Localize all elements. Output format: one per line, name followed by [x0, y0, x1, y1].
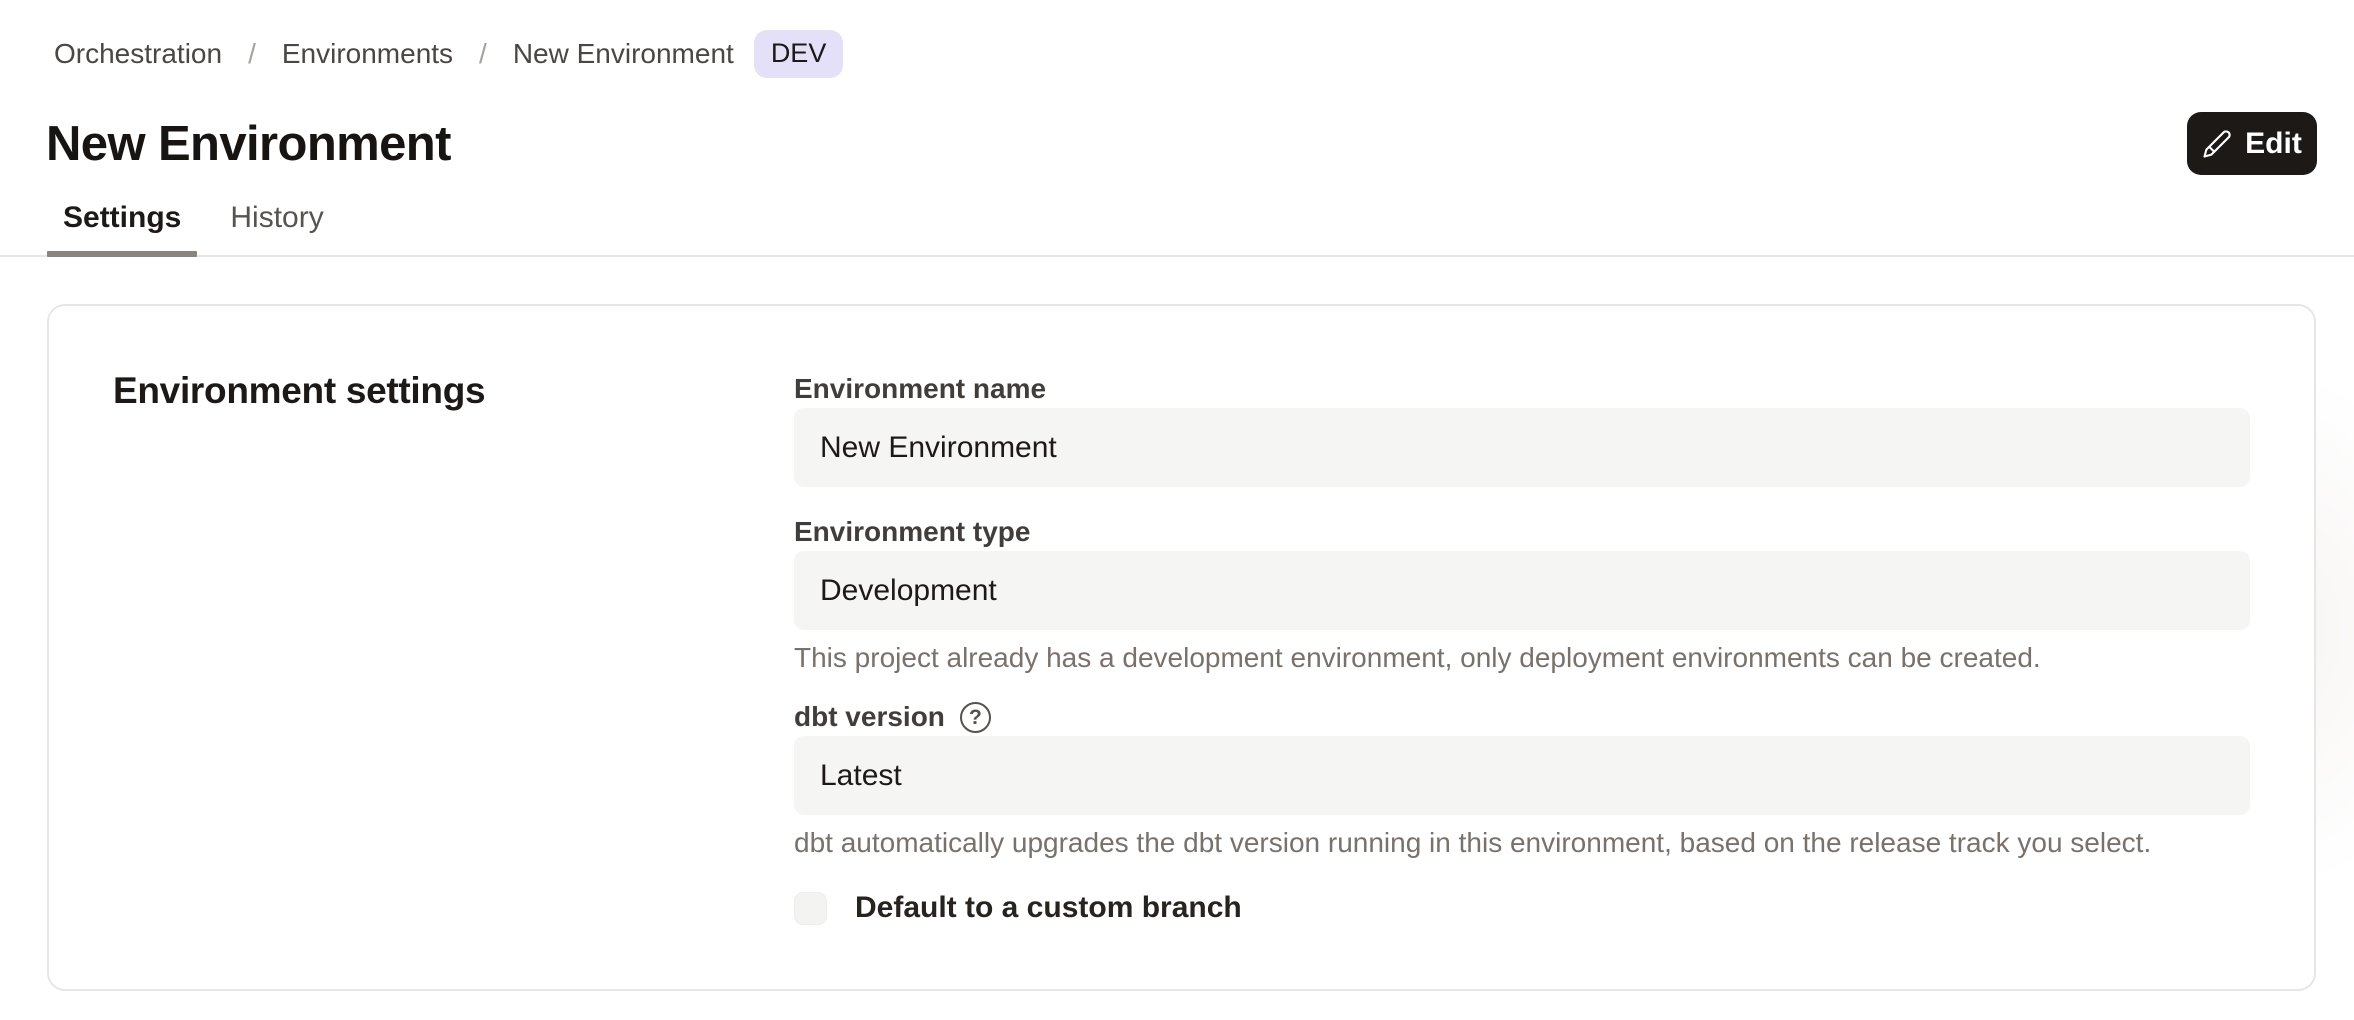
dev-badge: DEV [754, 30, 844, 78]
card-heading-column: Environment settings [113, 370, 794, 925]
tab-history-label: History [230, 201, 323, 234]
page-title: New Environment [46, 115, 451, 173]
tab-bar: Settings History [0, 201, 2354, 257]
environment-name-input[interactable] [794, 408, 2250, 487]
pencil-icon [2202, 129, 2232, 159]
title-row: New Environment Edit [46, 112, 2317, 175]
active-tab-indicator [47, 251, 197, 257]
environment-type-label: Environment type [794, 513, 2250, 551]
custom-branch-checkbox[interactable] [794, 892, 827, 925]
tab-settings[interactable]: Settings [47, 201, 197, 255]
dbt-version-input[interactable] [794, 736, 2250, 815]
custom-branch-label: Default to a custom branch [855, 891, 1242, 925]
tab-history[interactable]: History [214, 201, 339, 255]
environment-type-field: Environment type This project already ha… [794, 513, 2250, 672]
environment-settings-page: Orchestration / Environments / New Envir… [0, 0, 2354, 1020]
breadcrumb: Orchestration / Environments / New Envir… [0, 0, 2354, 78]
custom-branch-row: Default to a custom branch [794, 891, 2250, 925]
environment-type-label-text: Environment type [794, 516, 1030, 548]
environment-type-input[interactable] [794, 551, 2250, 630]
tab-settings-label: Settings [63, 201, 181, 234]
breadcrumb-separator: / [248, 38, 256, 70]
edit-button[interactable]: Edit [2187, 112, 2317, 175]
help-icon[interactable]: ? [960, 702, 991, 733]
dbt-version-help-text: dbt automatically upgrades the dbt versi… [794, 829, 2250, 857]
card-heading: Environment settings [113, 370, 794, 412]
environment-type-help-text: This project already has a development e… [794, 644, 2250, 672]
breadcrumb-environments[interactable]: Environments [282, 38, 453, 70]
dbt-version-label-text: dbt version [794, 701, 945, 733]
environment-name-field: Environment name [794, 370, 2250, 487]
environment-name-label: Environment name [794, 370, 2250, 408]
breadcrumb-new-environment[interactable]: New Environment [513, 38, 734, 70]
edit-button-label: Edit [2245, 127, 2302, 161]
dbt-version-label: dbt version ? [794, 698, 2250, 736]
breadcrumb-orchestration[interactable]: Orchestration [54, 38, 222, 70]
environment-settings-card: Environment settings Environment name En… [47, 304, 2316, 991]
environment-settings-form: Environment name Environment type This p… [794, 370, 2250, 925]
environment-name-label-text: Environment name [794, 373, 1046, 405]
breadcrumb-separator: / [479, 38, 487, 70]
dbt-version-field: dbt version ? dbt automatically upgrades… [794, 698, 2250, 857]
